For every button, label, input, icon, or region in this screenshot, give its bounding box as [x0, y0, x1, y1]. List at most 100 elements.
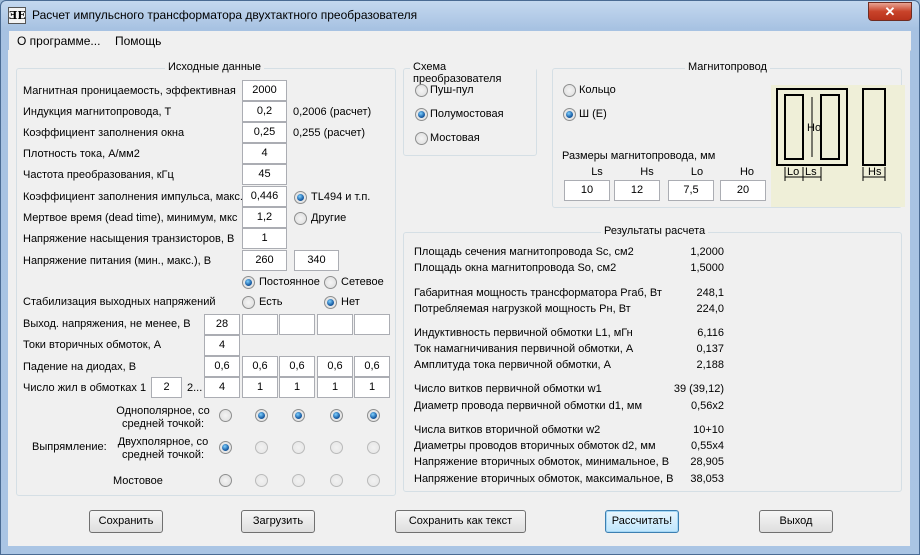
- strands-input-5[interactable]: 1: [354, 377, 390, 398]
- diode-drop-label: Падение на диодах, В: [23, 361, 137, 373]
- result-value: 1,5000: [690, 262, 724, 274]
- result-row: Напряжение вторичных обмоток, максимальн…: [414, 473, 724, 485]
- menu-bar: О программе... Помощь: [9, 31, 911, 51]
- out-voltage-input-4[interactable]: [317, 314, 353, 335]
- result-value: 0,137: [696, 343, 724, 355]
- controller-other-radio[interactable]: [294, 212, 307, 225]
- source-data-title: Исходные данные: [165, 61, 264, 73]
- result-row: Потребляемая нагрузкой мощность Pн, Вт 22…: [414, 303, 724, 315]
- dim-ho-input[interactable]: 20: [720, 180, 766, 201]
- stabilization-yes-radio[interactable]: [242, 296, 255, 309]
- scheme-pushpull-label: Пуш-пул: [430, 84, 474, 96]
- rect-bipolar-radio-1[interactable]: [219, 441, 232, 454]
- result-value: 1,2000: [690, 246, 724, 258]
- rect-unipolar-radio-2[interactable]: [255, 409, 268, 422]
- result-label: Напряжение вторичных обмоток, максимальн…: [414, 473, 674, 485]
- save-as-text-button[interactable]: Сохранить как текст: [395, 510, 526, 533]
- exit-button[interactable]: Выход: [759, 510, 833, 533]
- scheme-halfbridge-radio[interactable]: [415, 108, 428, 121]
- sec-current-input-1[interactable]: 4: [204, 335, 240, 356]
- menu-about[interactable]: О программе...: [17, 34, 100, 48]
- close-button[interactable]: ✕: [868, 2, 912, 21]
- core-diagram: Ho Lo Ls Hs: [771, 85, 905, 207]
- diagram-lo-text: Lo: [787, 166, 799, 178]
- saturation-voltage-input[interactable]: 1: [242, 228, 287, 249]
- menu-help[interactable]: Помощь: [115, 34, 161, 48]
- supply-mains-radio[interactable]: [324, 276, 337, 289]
- rect-unipolar-radio-5[interactable]: [367, 409, 380, 422]
- client-area: Исходные данные Магнитная проницаемость,…: [8, 50, 910, 546]
- strands-input-4[interactable]: 1: [317, 377, 353, 398]
- supply-dc-radio[interactable]: [242, 276, 255, 289]
- scheme-pushpull-radio[interactable]: [415, 84, 428, 97]
- rect-bridge-radio-2[interactable]: [255, 474, 268, 487]
- calculate-button[interactable]: Рассчитать!: [605, 510, 679, 533]
- rect-bridge-radio-5[interactable]: [367, 474, 380, 487]
- strands-input-1[interactable]: 4: [204, 377, 240, 398]
- dim-ls-input[interactable]: 10: [564, 180, 610, 201]
- scheme-bridge-radio[interactable]: [415, 132, 428, 145]
- load-button[interactable]: Загрузить: [241, 510, 315, 533]
- result-value: 2,188: [696, 359, 724, 371]
- dim-ho-label: Ho: [739, 166, 755, 178]
- diode-drop-input-1[interactable]: 0,6: [204, 356, 240, 377]
- title-bar[interactable]: ƎE Расчет импульсного трансформатора дву…: [1, 1, 919, 31]
- rect-bridge-radio-3[interactable]: [292, 474, 305, 487]
- result-row: Площадь окна магнитопровода So, см2 1,500…: [414, 262, 724, 274]
- frequency-input[interactable]: 45: [242, 164, 287, 185]
- rect-bipolar-radio-5[interactable]: [367, 441, 380, 454]
- rect-bipolar-radio-3[interactable]: [292, 441, 305, 454]
- permeability-input[interactable]: 2000: [242, 80, 287, 101]
- rect-unipolar-radio-3[interactable]: [292, 409, 305, 422]
- result-row: Напряжение вторичных обмоток, минимально…: [414, 456, 724, 468]
- core-ring-radio[interactable]: [563, 84, 576, 97]
- strands-range-label: 2...: [187, 382, 203, 394]
- result-label: Индуктивность первичной обмотки L1, мГн: [414, 327, 633, 339]
- strands-primary-input[interactable]: 2: [151, 377, 182, 398]
- rect-bridge-radio-4[interactable]: [330, 474, 343, 487]
- stabilization-no-radio[interactable]: [324, 296, 337, 309]
- result-value: 0,56x2: [690, 400, 724, 412]
- strands-input-2[interactable]: 1: [242, 377, 278, 398]
- diode-drop-input-3[interactable]: 0,6: [279, 356, 315, 377]
- result-row: Числа витков вторичной обмотки w2 10+10: [414, 424, 724, 436]
- diode-drop-input-4[interactable]: 0,6: [317, 356, 353, 377]
- dim-lo-input[interactable]: 7,5: [668, 180, 714, 201]
- result-value: 248,1: [696, 287, 724, 299]
- rect-unipolar-radio-1[interactable]: [219, 409, 232, 422]
- strands-input-3[interactable]: 1: [279, 377, 315, 398]
- diagram-hs-text: Hs: [868, 166, 882, 178]
- out-voltage-input-1[interactable]: 28: [204, 314, 240, 335]
- result-row: Амплитуда тока первичной обмотки, А 2,188: [414, 359, 724, 371]
- supply-voltage-min-input[interactable]: 260: [242, 250, 287, 271]
- dim-lo-label: Lo: [690, 166, 704, 178]
- diode-drop-input-5[interactable]: 0,6: [354, 356, 390, 377]
- save-button[interactable]: Сохранить: [89, 510, 163, 533]
- dim-ls-label: Ls: [591, 166, 603, 178]
- out-voltage-input-2[interactable]: [242, 314, 278, 335]
- diagram-ls-text: Ls: [805, 166, 817, 178]
- rect-bipolar-radio-2[interactable]: [255, 441, 268, 454]
- diode-drop-input-2[interactable]: 0,6: [242, 356, 278, 377]
- supply-voltage-max-input[interactable]: 340: [294, 250, 339, 271]
- out-voltage-input-5[interactable]: [354, 314, 390, 335]
- controller-tl494-radio[interactable]: [294, 191, 307, 204]
- result-label: Амплитуда тока первичной обмотки, А: [414, 359, 611, 371]
- window-fill-input[interactable]: 0,25: [242, 122, 287, 143]
- duty-cycle-input[interactable]: 0,446: [242, 186, 287, 207]
- induction-label: Индукция магнитопровода, Т: [23, 106, 172, 118]
- induction-input[interactable]: 0,2: [242, 101, 287, 122]
- core-side-view: [862, 88, 886, 166]
- rect-bridge-radio-1[interactable]: [219, 474, 232, 487]
- core-e-label: Ш (Е): [579, 108, 607, 120]
- result-label: Диаметр провода первичной обмотки d1, мм: [414, 400, 643, 412]
- result-row: Число витков первичной обмотки w1 39 (39,…: [414, 383, 724, 395]
- dim-hs-input[interactable]: 12: [614, 180, 660, 201]
- current-density-input[interactable]: 4: [242, 143, 287, 164]
- core-e-radio[interactable]: [563, 108, 576, 121]
- core-dims-label: Размеры магнитопровода, мм: [562, 150, 716, 162]
- out-voltage-input-3[interactable]: [279, 314, 315, 335]
- rect-unipolar-radio-4[interactable]: [330, 409, 343, 422]
- rect-bipolar-radio-4[interactable]: [330, 441, 343, 454]
- dead-time-input[interactable]: 1,2: [242, 207, 287, 228]
